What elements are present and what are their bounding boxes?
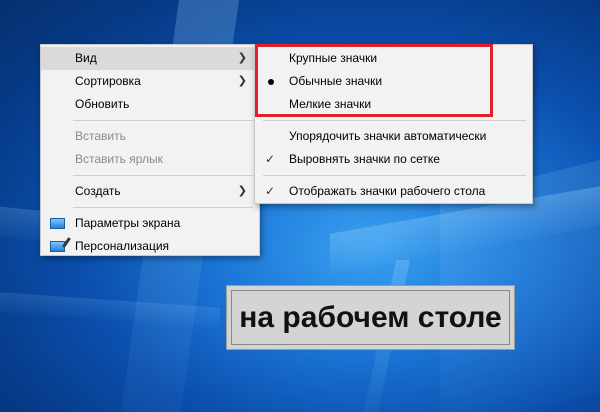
menu-item-new[interactable]: Создать ❯ [41, 180, 259, 203]
menu-item-label: Создать [75, 184, 121, 198]
menu-item-label: Обновить [75, 97, 130, 111]
caption-text: на рабочем столе [231, 290, 510, 345]
personalize-icon [50, 241, 65, 252]
desktop-background[interactable]: Вид ❯ Сортировка ❯ Обновить Вставить Вст… [0, 0, 600, 412]
menu-item-label: Отображать значки рабочего стола [289, 184, 486, 198]
menu-item-personalize[interactable]: Персонализация [41, 235, 259, 258]
menu-item-view[interactable]: Вид ❯ [41, 47, 259, 70]
menu-item-label: Упорядочить значки автоматически [289, 129, 487, 143]
menu-item-label: Параметры экрана [75, 216, 181, 230]
menu-item-sort[interactable]: Сортировка ❯ [41, 70, 259, 93]
selected-bullet-icon [268, 79, 274, 85]
menu-separator [263, 120, 526, 121]
view-submenu: Крупные значки Обычные значки Мелкие зна… [254, 44, 533, 204]
menu-separator [73, 207, 253, 208]
submenu-item-large-icons[interactable]: Крупные значки [255, 47, 532, 70]
menu-item-label: Выровнять значки по сетке [289, 152, 440, 166]
menu-item-label: Вставить ярлык [75, 152, 163, 166]
menu-item-label: Сортировка [75, 74, 141, 88]
submenu-item-show-desktop-icons[interactable]: ✓ Отображать значки рабочего стола [255, 180, 532, 203]
submenu-item-small-icons[interactable]: Мелкие значки [255, 93, 532, 116]
desktop-context-menu: Вид ❯ Сортировка ❯ Обновить Вставить Вст… [40, 44, 260, 256]
menu-item-label: Обычные значки [289, 74, 383, 88]
checkmark-icon: ✓ [265, 152, 276, 166]
submenu-item-medium-icons[interactable]: Обычные значки [255, 70, 532, 93]
menu-item-label: Мелкие значки [289, 97, 372, 111]
chevron-right-icon: ❯ [237, 75, 247, 87]
display-settings-icon [50, 218, 65, 229]
menu-item-label: Вставить [75, 129, 126, 143]
menu-item-label: Крупные значки [289, 51, 378, 65]
menu-item-paste-shortcut: Вставить ярлык [41, 148, 259, 171]
chevron-right-icon: ❯ [237, 185, 247, 197]
chevron-right-icon: ❯ [237, 52, 247, 64]
menu-separator [263, 175, 526, 176]
menu-separator [73, 120, 253, 121]
menu-item-label: Персонализация [75, 239, 170, 253]
submenu-item-align-to-grid[interactable]: ✓ Выровнять значки по сетке [255, 148, 532, 171]
menu-item-label: Вид [75, 51, 97, 65]
menu-item-paste: Вставить [41, 125, 259, 148]
menu-item-display-settings[interactable]: Параметры экрана [41, 212, 259, 235]
submenu-item-auto-arrange[interactable]: Упорядочить значки автоматически [255, 125, 532, 148]
menu-item-refresh[interactable]: Обновить [41, 93, 259, 116]
menu-separator [73, 175, 253, 176]
caption-box: на рабочем столе [226, 285, 515, 350]
checkmark-icon: ✓ [265, 184, 276, 198]
